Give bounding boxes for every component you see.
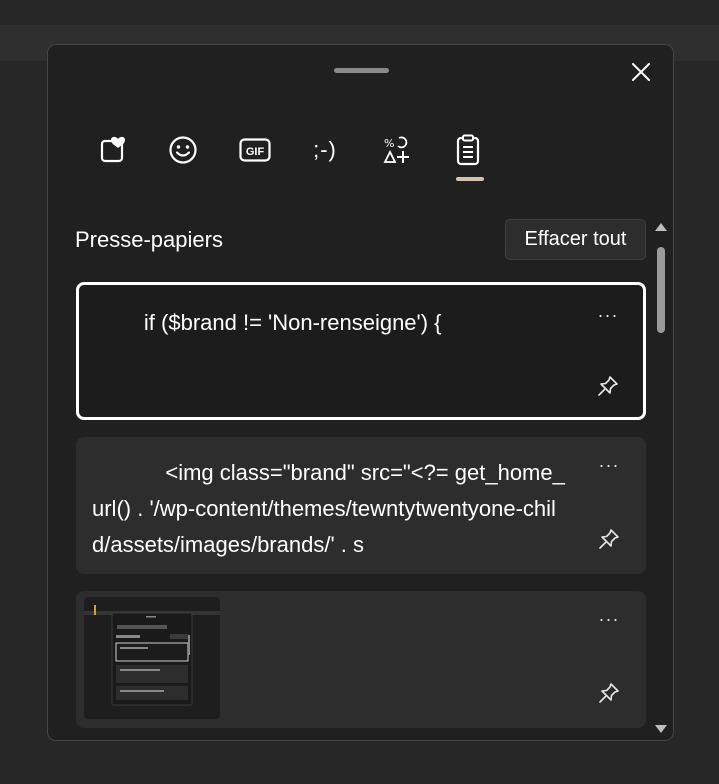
emoji-clipboard-panel: GIF ;-) % Presse-papiers Effacer tout if… [47, 44, 674, 741]
heart-sticker-icon [100, 136, 125, 163]
drag-handle[interactable] [334, 68, 389, 73]
pin-icon [598, 376, 618, 396]
tab-symbols[interactable]: % [371, 125, 421, 175]
close-button[interactable] [624, 55, 658, 89]
clipboard-item-image[interactable]: ··· [76, 591, 646, 728]
pin-button[interactable] [594, 524, 624, 554]
tab-favorites[interactable] [88, 125, 138, 175]
kaomoji-icon: ;-) [313, 137, 337, 162]
tab-gif[interactable]: GIF [230, 125, 280, 175]
tab-kaomoji[interactable]: ;-) [300, 125, 350, 175]
smiley-icon [169, 136, 197, 164]
pin-icon [599, 529, 619, 549]
pin-button[interactable] [594, 678, 624, 708]
gif-icon: GIF [239, 138, 271, 162]
symbols-icon: % [383, 136, 409, 163]
more-options-button[interactable]: ··· [594, 607, 624, 631]
close-icon [632, 63, 650, 81]
more-options-button[interactable]: ··· [593, 303, 623, 327]
clipboard-heading: Presse-papiers [75, 227, 223, 252]
more-options-button[interactable]: ··· [594, 453, 624, 477]
svg-text:GIF: GIF [246, 146, 265, 158]
clipboard-item[interactable]: <img class="brand" src="<?= get_home_url… [76, 437, 646, 574]
tab-emoji[interactable] [158, 125, 208, 175]
scrollbar-thumb[interactable] [657, 247, 665, 333]
thumbnail-preview [84, 597, 220, 719]
scroll-down-arrow-icon[interactable] [655, 725, 667, 733]
scrollbar[interactable] [652, 217, 670, 739]
scroll-up-arrow-icon[interactable] [655, 223, 667, 231]
clipboard-icon [456, 134, 480, 166]
tab-clipboard[interactable] [443, 125, 493, 175]
screenshot-thumbnail [84, 597, 220, 719]
clear-all-button[interactable]: Effacer tout [505, 219, 646, 260]
clipboard-item-text: <img class="brand" src="<?= get_home_url… [92, 460, 565, 557]
clipboard-item-text: if ($brand != 'Non-renseigne') { [95, 310, 442, 335]
pin-button[interactable] [593, 371, 623, 401]
clipboard-item[interactable]: if ($brand != 'Non-renseigne') { ··· [76, 282, 646, 420]
selected-tab-indicator [456, 177, 484, 181]
svg-text:%: % [384, 137, 394, 150]
pin-icon [599, 683, 619, 703]
